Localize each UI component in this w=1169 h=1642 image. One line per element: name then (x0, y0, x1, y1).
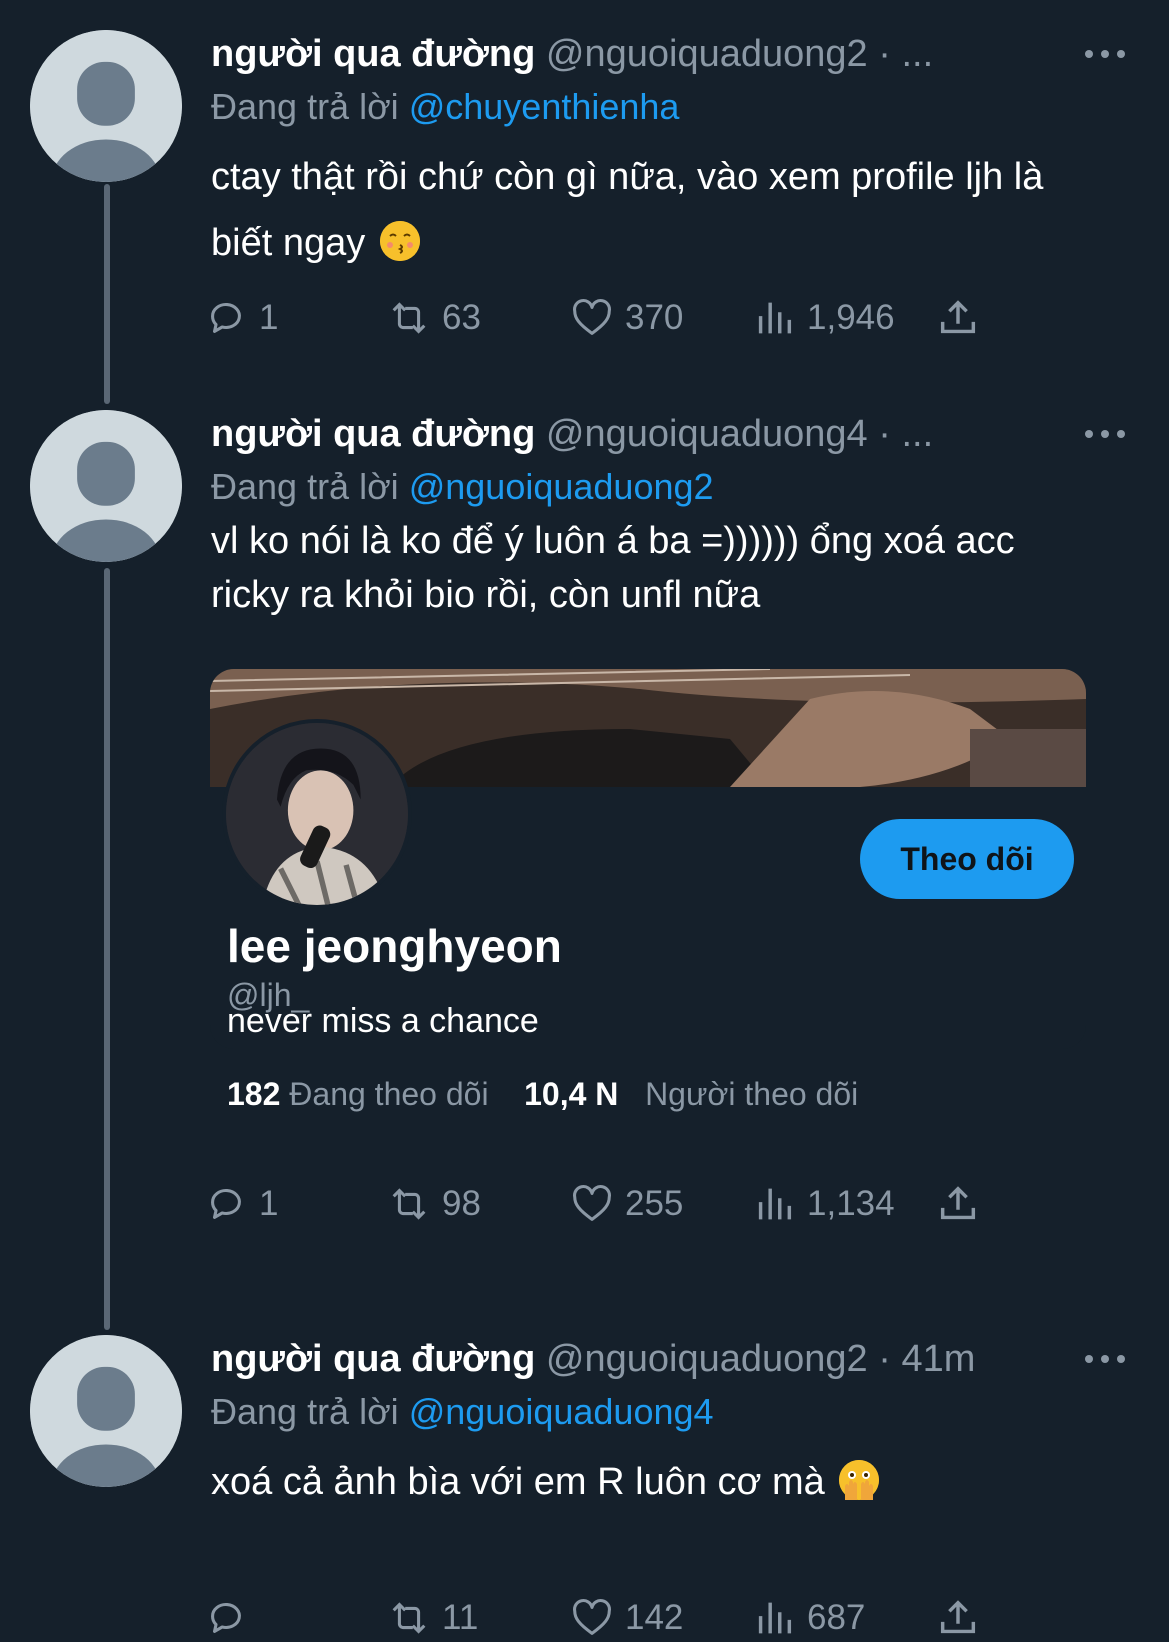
default-avatar[interactable] (30, 410, 182, 562)
retweet-button[interactable]: 11 (386, 1594, 478, 1642)
display-name[interactable]: người qua đường (211, 413, 535, 455)
tweet-text-content: ctay thật rồi chứ còn gì nữa, vào xem pr… (211, 156, 1044, 264)
views-icon (758, 302, 792, 334)
retweet-icon (392, 1602, 426, 1634)
replying-to-label: Đang trả lời (211, 1391, 399, 1432)
views-button[interactable]: 1,134 (751, 1180, 895, 1228)
tweet[interactable]: người qua đường @nguoiquaduong4 · ... Đa… (0, 380, 1169, 1280)
like-button[interactable]: 142 (569, 1594, 683, 1642)
tweet-header: người qua đường @nguoiquaduong2 · ... (211, 32, 933, 76)
tweet-text: vl ko nói là ko để ý luôn á ba =)))))) ổ… (211, 514, 1091, 622)
heart-icon (573, 299, 611, 335)
reply-icon (211, 1188, 241, 1219)
reply-mention-link[interactable]: @chuyenthienha (409, 86, 680, 127)
like-button[interactable]: 370 (569, 294, 683, 342)
default-avatar[interactable] (30, 30, 182, 182)
replying-to: Đang trả lời @nguoiquaduong4 (211, 1391, 714, 1433)
views-count: 687 (807, 1598, 866, 1637)
reply-mention-link[interactable]: @nguoiquaduong2 (409, 466, 714, 507)
share-button[interactable] (935, 1180, 991, 1228)
followers-label[interactable]: Người theo dõi (645, 1076, 858, 1112)
replying-to-label: Đang trả lời (211, 86, 399, 127)
tweet-text: xoá cả ảnh bìa với em R luôn cơ mà (211, 1449, 1091, 1515)
tweet-text-content: xoá cả ảnh bìa với em R luôn cơ mà (211, 1461, 825, 1503)
retweet-button[interactable]: 63 (386, 294, 481, 342)
retweet-icon (392, 1188, 426, 1220)
views-count: 1,946 (807, 298, 895, 337)
reply-mention-link[interactable]: @nguoiquaduong4 (409, 1391, 714, 1432)
tweet-text: ctay thật rồi chứ còn gì nữa, vào xem pr… (211, 144, 1091, 276)
more-options-button[interactable] (1085, 44, 1125, 64)
reply-count: 1 (259, 1184, 279, 1223)
heart-icon (573, 1599, 611, 1635)
tweet-header: người qua đường @nguoiquaduong4 · ... (211, 412, 933, 456)
replying-to: Đang trả lời @nguoiquaduong2 (211, 466, 714, 508)
tweet-actions: 1 98 255 1,134 (211, 1180, 1031, 1228)
replying-to: Đang trả lời @chuyenthienha (211, 86, 679, 128)
tweet[interactable]: người qua đường @nguoiquaduong2 · ... Đa… (0, 0, 1169, 380)
profile-stats: 182 Đang theo dõi 10,4 N Người theo dõi (227, 1076, 858, 1113)
tweet-header: người qua đường @nguoiquaduong2 · 41m (211, 1337, 975, 1381)
hand-over-mouth-emoji-icon (839, 1460, 880, 1500)
display-name[interactable]: người qua đường (211, 1338, 535, 1380)
tweet-actions: 11 142 687 (211, 1594, 1031, 1642)
share-icon (940, 300, 976, 334)
views-icon (758, 1188, 792, 1220)
display-name[interactable]: người qua đường (211, 33, 535, 75)
like-count: 142 (625, 1598, 684, 1637)
reply-button[interactable]: 1 (203, 1180, 278, 1228)
retweet-icon (392, 302, 426, 334)
heart-icon (573, 1185, 611, 1221)
kissing-face-emoji-icon (379, 221, 420, 261)
like-count: 370 (625, 298, 684, 337)
like-count: 255 (625, 1184, 684, 1223)
replying-to-label: Đang trả lời (211, 466, 399, 507)
reply-button[interactable] (203, 1594, 259, 1642)
user-handle[interactable]: @nguoiquaduong4 · ... (546, 413, 933, 455)
reply-count: 1 (259, 298, 279, 337)
tweet-text-content: vl ko nói là ko để ý luôn á ba =)))))) ổ… (211, 520, 1015, 616)
reply-icon (211, 302, 241, 333)
default-avatar[interactable] (30, 1335, 182, 1487)
views-icon (758, 1602, 792, 1634)
profile-photo[interactable] (222, 719, 412, 909)
like-button[interactable]: 255 (569, 1180, 683, 1228)
following-count[interactable]: 182 (227, 1076, 280, 1112)
share-button[interactable] (935, 294, 991, 342)
views-button[interactable]: 1,946 (751, 294, 895, 342)
user-handle[interactable]: @nguoiquaduong2 · 41m (546, 1338, 975, 1380)
profile-name[interactable]: lee jeonghyeon (227, 919, 562, 973)
share-button[interactable] (935, 1594, 991, 1642)
user-handle[interactable]: @nguoiquaduong2 · ... (546, 33, 933, 75)
tweet[interactable]: người qua đường @nguoiquaduong2 · 41m Đa… (0, 1305, 1169, 1642)
retweet-count: 11 (442, 1598, 479, 1637)
followers-count[interactable]: 10,4 N (524, 1076, 618, 1112)
tweet-actions: 1 63 370 1,946 (211, 294, 1031, 342)
more-options-button[interactable] (1085, 424, 1125, 444)
reply-icon (211, 1602, 241, 1633)
retweet-count: 98 (442, 1184, 481, 1223)
views-button[interactable]: 687 (751, 1594, 865, 1642)
share-icon (940, 1186, 976, 1220)
retweet-button[interactable]: 98 (386, 1180, 481, 1228)
more-options-button[interactable] (1085, 1349, 1125, 1369)
profile-bio: never miss a chance (227, 1002, 539, 1040)
following-label[interactable]: Đang theo dõi (289, 1076, 488, 1112)
profile-card[interactable]: Theo dõi lee jeonghyeon @ljh_ (210, 669, 1086, 1049)
share-icon (940, 1600, 976, 1634)
retweet-count: 63 (442, 298, 481, 337)
reply-button[interactable]: 1 (203, 294, 278, 342)
views-count: 1,134 (807, 1184, 895, 1223)
follow-button[interactable]: Theo dõi (860, 819, 1074, 899)
